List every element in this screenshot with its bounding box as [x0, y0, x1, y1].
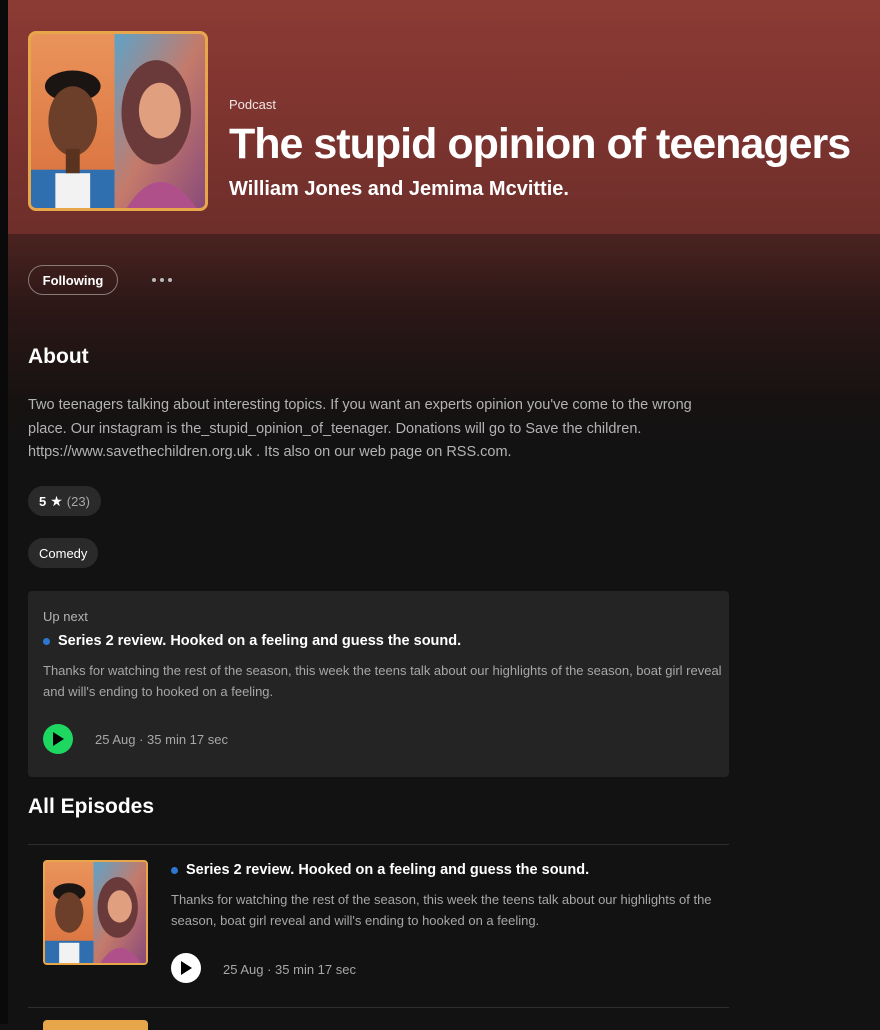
star-icon: ★ — [50, 492, 63, 509]
content-type-label: Podcast — [229, 97, 276, 112]
rating-badge[interactable]: 5 ★ (23) — [28, 486, 101, 516]
play-button[interactable] — [43, 724, 73, 754]
more-dot — [152, 278, 156, 282]
podcast-cover-art — [28, 31, 208, 211]
rating-count: (23) — [66, 493, 90, 509]
new-episode-dot-icon — [171, 866, 178, 874]
divider — [28, 1007, 729, 1008]
more-dot — [160, 278, 164, 282]
about-heading: About — [28, 345, 89, 368]
next-episode-thumbnail[interactable] — [43, 1020, 148, 1030]
episode-meta: 25 Aug · 35 min 17 sec — [223, 962, 356, 977]
episode-title-row[interactable]: Series 2 review. Hooked on a feeling and… — [171, 862, 589, 878]
following-button[interactable]: Following — [28, 265, 118, 295]
category-tag[interactable]: Comedy — [28, 538, 99, 568]
up-next-meta: 25 Aug · 35 min 17 sec — [95, 732, 228, 747]
podcast-authors[interactable]: William Jones and Jemima Mcvittie. — [229, 178, 569, 201]
play-icon — [53, 732, 64, 746]
episode-thumbnail[interactable] — [43, 860, 148, 965]
podcast-title: The stupid opinion of teenagers — [229, 120, 851, 168]
up-next-description: Thanks for watching the rest of the seas… — [43, 663, 722, 699]
window-edge — [0, 0, 8, 1024]
up-next-title-row[interactable]: Series 2 review. Hooked on a feeling and… — [43, 633, 461, 649]
episode-play-button[interactable] — [171, 953, 201, 983]
up-next-title: Series 2 review. Hooked on a feeling and… — [58, 633, 462, 649]
new-episode-dot-icon — [43, 637, 50, 645]
episode-row[interactable]: Series 2 review. Hooked on a feeling and… — [28, 845, 729, 1007]
more-dot — [168, 278, 172, 282]
up-next-card[interactable]: Up next Series 2 review. Hooked on a fee… — [28, 591, 729, 777]
rating-value: 5 — [39, 493, 47, 509]
more-options-icon[interactable] — [148, 270, 176, 290]
episode-description: Thanks for watching the rest of the seas… — [171, 892, 712, 928]
episode-title: Series 2 review. Hooked on a feeling and… — [186, 862, 590, 878]
about-description: Two teenagers talking about interesting … — [28, 397, 692, 460]
all-episodes-heading: All Episodes — [28, 795, 155, 818]
up-next-label: Up next — [43, 609, 88, 624]
play-icon — [181, 961, 192, 975]
